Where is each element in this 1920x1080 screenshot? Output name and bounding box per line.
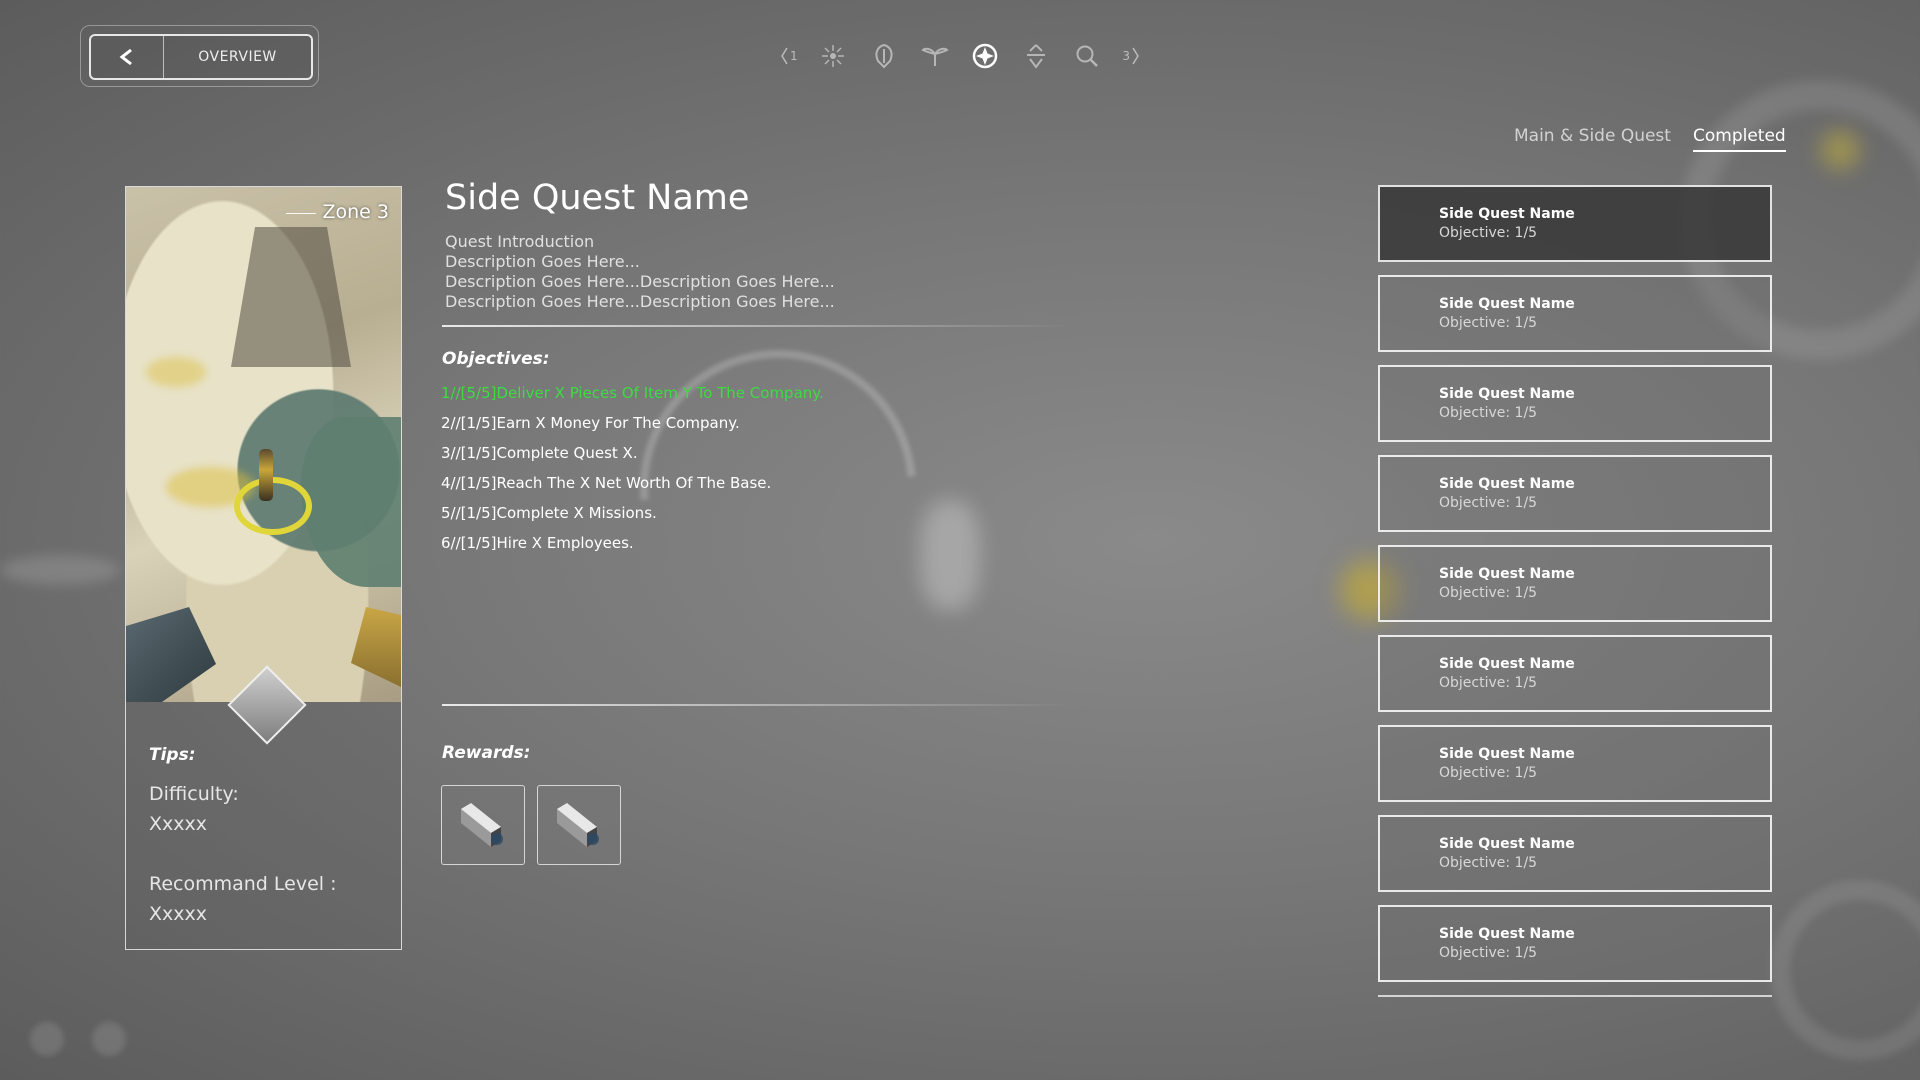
difficulty-value: Xxxxx bbox=[149, 813, 207, 835]
quest-list-item[interactable]: Side Quest Name Objective: 1/5 bbox=[1378, 365, 1772, 442]
quest-list-item-objective: Objective: 1/5 bbox=[1439, 675, 1538, 691]
objective-item: 2//[1/5]Earn X Money For The Company. bbox=[441, 414, 740, 432]
overview-label: OVERVIEW bbox=[198, 49, 277, 65]
category-nav: 1 3 bbox=[780, 38, 1140, 74]
quest-list-item[interactable]: Side Quest Name Objective: 1/5 bbox=[1378, 545, 1772, 622]
tips-title: Tips: bbox=[149, 745, 196, 765]
background-glow bbox=[1820, 130, 1860, 170]
zone-structure bbox=[126, 607, 216, 702]
next-page-number: 3 bbox=[1122, 49, 1130, 63]
quest-list-item-name: Side Quest Name bbox=[1439, 926, 1575, 942]
objective-item: 6//[1/5]Hire X Employees. bbox=[441, 534, 634, 552]
recommended-level-value: Xxxxx bbox=[149, 903, 207, 925]
prev-page-number: 1 bbox=[790, 49, 798, 63]
quest-description: Quest Introduction Description Goes Here… bbox=[445, 232, 835, 312]
metal-ingot-icon bbox=[461, 803, 503, 847]
reward-slot[interactable] bbox=[441, 785, 525, 865]
rewards-list bbox=[441, 785, 621, 865]
quest-list-item-name: Side Quest Name bbox=[1439, 386, 1575, 402]
tab-main-side-quest[interactable]: Main & Side Quest bbox=[1514, 126, 1671, 146]
quest-list-item[interactable]: Side Quest Name Objective: 1/5 bbox=[1378, 725, 1772, 802]
player-character bbox=[259, 449, 273, 501]
quest-list-item-objective: Objective: 1/5 bbox=[1439, 495, 1538, 511]
quest-list-item-objective: Objective: 1/5 bbox=[1439, 315, 1538, 331]
quest-title: Side Quest Name bbox=[445, 178, 750, 218]
quest-list-item-name: Side Quest Name bbox=[1439, 296, 1575, 312]
sparkle-icon[interactable] bbox=[817, 40, 849, 72]
back-icon[interactable] bbox=[91, 36, 164, 78]
quest-list-item-objective: Objective: 1/5 bbox=[1439, 765, 1538, 781]
quest-list-item[interactable]: Side Quest Name Objective: 1/5 bbox=[1378, 905, 1772, 982]
compass-star-icon[interactable] bbox=[969, 40, 1001, 72]
reward-slot[interactable] bbox=[537, 785, 621, 865]
objective-item: 3//[1/5]Complete Quest X. bbox=[441, 444, 638, 462]
magnifier-icon[interactable] bbox=[1071, 40, 1103, 72]
zone-preview-image: Zone 3 bbox=[126, 187, 401, 702]
quest-list-item-name: Side Quest Name bbox=[1439, 566, 1575, 582]
quest-list-item[interactable]: Side Quest Name Objective: 1/5 bbox=[1378, 635, 1772, 712]
quest-list-item-objective: Objective: 1/5 bbox=[1439, 855, 1538, 871]
shield-leaf-icon[interactable] bbox=[868, 40, 900, 72]
quest-list: Side Quest Name Objective: 1/5 Side Ques… bbox=[1378, 185, 1772, 997]
list-end-divider bbox=[1378, 995, 1772, 997]
quest-description-line: Description Goes Here...Description Goes… bbox=[445, 272, 835, 291]
quest-list-item-name: Side Quest Name bbox=[1439, 206, 1575, 222]
background-ring bbox=[1770, 880, 1920, 1060]
objective-item: 1//[5/5]Deliver X Pieces Of Item Y To Th… bbox=[441, 384, 824, 402]
background-glow bbox=[920, 500, 980, 610]
quest-intro-line: Quest Introduction bbox=[445, 232, 595, 251]
quest-list-item-objective: Objective: 1/5 bbox=[1439, 585, 1538, 601]
quest-list-item[interactable]: Side Quest Name Objective: 1/5 bbox=[1378, 185, 1772, 262]
objective-item: 5//[1/5]Complete X Missions. bbox=[441, 504, 657, 522]
quest-description-line: Description Goes Here... bbox=[445, 252, 640, 271]
quest-list-item-name: Side Quest Name bbox=[1439, 746, 1575, 762]
difficulty-label: Difficulty: bbox=[149, 783, 239, 805]
background-streak bbox=[0, 555, 120, 585]
zone-terrain bbox=[146, 357, 206, 387]
next-category-button[interactable]: 3 bbox=[1122, 46, 1140, 66]
divider bbox=[442, 325, 1072, 327]
zone-label-line bbox=[286, 213, 316, 214]
arrows-icon[interactable] bbox=[1020, 40, 1052, 72]
overview-frame: OVERVIEW bbox=[80, 25, 319, 87]
objectives-list: 1//[5/5]Deliver X Pieces Of Item Y To Th… bbox=[441, 381, 824, 561]
zone-label: Zone 3 bbox=[322, 201, 390, 223]
quest-list-item-objective: Objective: 1/5 bbox=[1439, 405, 1538, 421]
zone-target-ring bbox=[234, 477, 312, 535]
tab-completed[interactable]: Completed bbox=[1693, 126, 1786, 152]
quest-list-item[interactable]: Side Quest Name Objective: 1/5 bbox=[1378, 275, 1772, 352]
zone-structure bbox=[351, 607, 401, 687]
objectives-title: Objectives: bbox=[442, 349, 550, 369]
quest-list-item-name: Side Quest Name bbox=[1439, 836, 1575, 852]
quest-list-item-objective: Objective: 1/5 bbox=[1439, 945, 1538, 961]
prev-category-button[interactable]: 1 bbox=[780, 46, 798, 66]
circle-button-icon bbox=[30, 1022, 64, 1056]
zone-terrain bbox=[301, 417, 401, 587]
bottom-controls bbox=[30, 1022, 126, 1056]
quest-list-item[interactable]: Side Quest Name Objective: 1/5 bbox=[1378, 815, 1772, 892]
sprout-icon[interactable] bbox=[919, 40, 951, 72]
quest-list-item-objective: Objective: 1/5 bbox=[1439, 225, 1538, 241]
rewards-title: Rewards: bbox=[442, 743, 531, 763]
quest-description-line: Description Goes Here...Description Goes… bbox=[445, 292, 835, 311]
divider bbox=[442, 704, 1072, 706]
overview-button[interactable]: OVERVIEW bbox=[89, 34, 313, 80]
quest-list-item[interactable]: Side Quest Name Objective: 1/5 bbox=[1378, 455, 1772, 532]
quest-info-card: Zone 3 Tips: Difficulty: Xxxxx Recommand… bbox=[125, 186, 402, 950]
quest-list-item-name: Side Quest Name bbox=[1439, 476, 1575, 492]
zone-terrain bbox=[231, 227, 351, 367]
objective-item: 4//[1/5]Reach The X Net Worth Of The Bas… bbox=[441, 474, 772, 492]
quest-list-item-name: Side Quest Name bbox=[1439, 656, 1575, 672]
recommended-level-label: Recommand Level : bbox=[149, 873, 337, 895]
circle-button-icon bbox=[92, 1022, 126, 1056]
metal-ingot-icon bbox=[557, 803, 599, 847]
